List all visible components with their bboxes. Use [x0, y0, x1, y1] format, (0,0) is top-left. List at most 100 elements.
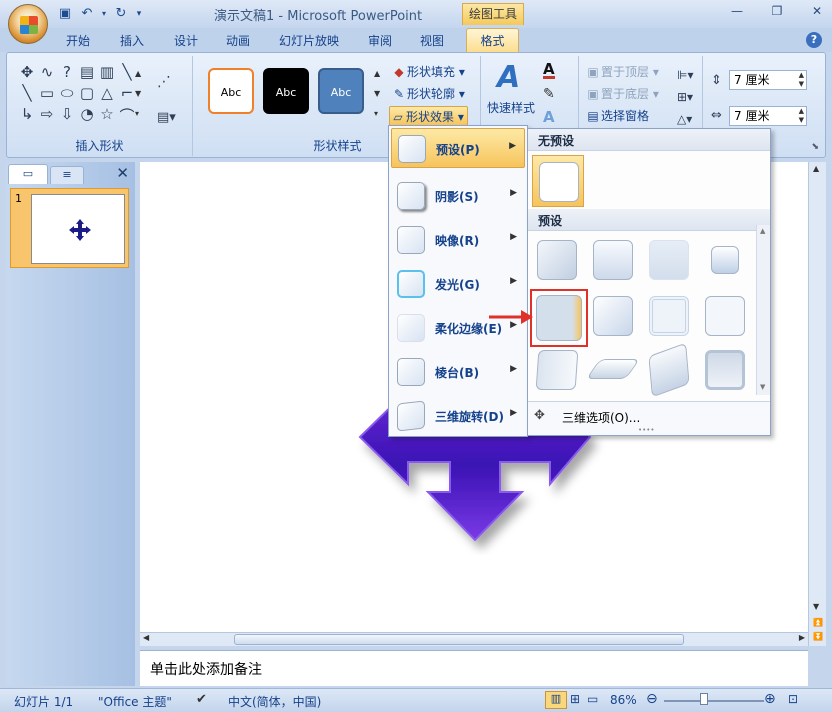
- presets-scroll-down-icon[interactable]: ▼: [760, 383, 765, 391]
- edit-shape-icon[interactable]: ⋰: [157, 74, 171, 90]
- shape-rounded-rect-icon[interactable]: ▢: [77, 84, 97, 105]
- bring-to-front-button[interactable]: ▣ 置于顶层 ▾: [585, 62, 659, 82]
- save-icon[interactable]: ▣: [56, 5, 74, 23]
- send-to-back-button[interactable]: ▣ 置于底层 ▾: [585, 84, 659, 104]
- scroll-right-icon[interactable]: ▶: [799, 633, 805, 642]
- tab-view[interactable]: 视图: [420, 32, 444, 49]
- shape-effects-button[interactable]: ▱ 形状效果 ▾: [389, 106, 468, 126]
- normal-view-icon[interactable]: ▥: [545, 691, 567, 709]
- menu-item-preset[interactable]: 预设(P) ▶: [391, 128, 525, 168]
- spellcheck-icon[interactable]: ✔: [196, 692, 207, 707]
- width-field[interactable]: 7 厘米 ▲ ▼: [729, 106, 807, 126]
- shape-gallery-scroll-icon[interactable]: ▲ ▼ ▾: [135, 64, 141, 124]
- fit-to-window-icon[interactable]: ⊡: [788, 692, 798, 706]
- tab-slides[interactable]: ▭: [8, 164, 48, 184]
- wordart-a-icon[interactable]: A: [497, 60, 520, 95]
- preset-2[interactable]: [590, 237, 636, 283]
- tab-home[interactable]: 开始: [66, 32, 90, 49]
- preset-10[interactable]: [585, 347, 641, 393]
- restore-icon[interactable]: ❐: [768, 4, 786, 20]
- zoom-out-icon[interactable]: ⊖: [646, 691, 658, 707]
- size-dialog-launcher-icon[interactable]: ⬊: [811, 142, 819, 152]
- shape-callout-icon[interactable]: ◔: [77, 105, 97, 126]
- presets-scroll-up-icon[interactable]: ▲: [760, 227, 765, 235]
- shape-connector-icon[interactable]: ↳: [17, 105, 37, 126]
- shape-textbox-icon[interactable]: ▤: [77, 63, 97, 84]
- preset-5[interactable]: [530, 289, 588, 347]
- preset-8[interactable]: [702, 293, 748, 339]
- tab-insert[interactable]: 插入: [120, 32, 144, 49]
- shape-picture-icon[interactable]: ▥: [97, 63, 117, 84]
- tab-animations[interactable]: 动画: [226, 32, 250, 49]
- notes-pane[interactable]: 单击此处添加备注: [140, 650, 808, 686]
- shape-down-arrow-icon[interactable]: ⇩: [57, 105, 77, 126]
- textbox-icon[interactable]: ▤▾: [157, 110, 176, 125]
- preset-4[interactable]: [702, 237, 748, 283]
- height-field[interactable]: 7 厘米 ▲ ▼: [729, 70, 807, 90]
- 3d-options-link[interactable]: 三维选项(O)...: [562, 409, 640, 426]
- shape-oval-icon[interactable]: ⬭: [57, 84, 77, 105]
- shape-style-3[interactable]: Abc: [318, 68, 364, 114]
- office-button[interactable]: [8, 4, 48, 44]
- resize-grip-icon[interactable]: ••••: [638, 426, 655, 434]
- width-spinner-icon[interactable]: ▲ ▼: [799, 107, 804, 125]
- horizontal-scrollbar[interactable]: ◀ ▶: [140, 632, 808, 646]
- text-effects-icon[interactable]: A: [543, 108, 555, 126]
- shape-outline-button[interactable]: ✎ 形状轮廓 ▾: [391, 84, 465, 104]
- zoom-slider-thumb[interactable]: [700, 693, 708, 705]
- tab-outline[interactable]: ≡: [50, 166, 84, 184]
- shape-diagonal-icon[interactable]: ╲: [17, 84, 37, 105]
- menu-item-reflection[interactable]: 映像(R) ▶: [391, 220, 525, 260]
- shape-elbow-icon[interactable]: ⌐: [117, 84, 137, 105]
- menu-item-bevel[interactable]: 棱台(B) ▶: [391, 352, 525, 392]
- style-gallery-scroll-icon[interactable]: ▲ ▼ ▾: [374, 64, 380, 124]
- preset-none[interactable]: [532, 155, 584, 207]
- minimize-icon[interactable]: —: [728, 4, 746, 20]
- close-pane-icon[interactable]: ✕: [116, 164, 129, 182]
- scroll-up-icon[interactable]: ▲: [813, 164, 819, 173]
- horizontal-scroll-thumb[interactable]: [234, 634, 684, 645]
- preset-12[interactable]: [702, 347, 748, 393]
- preset-9[interactable]: [534, 347, 580, 393]
- shape-line-icon[interactable]: ╲: [117, 63, 137, 84]
- previous-slide-icon[interactable]: ⏫: [813, 618, 823, 627]
- preset-3[interactable]: [646, 237, 692, 283]
- slide-sorter-icon[interactable]: ⊞: [570, 692, 580, 706]
- menu-item-shadow[interactable]: 阴影(S) ▶: [391, 176, 525, 216]
- text-outline-icon[interactable]: ✎: [543, 86, 555, 102]
- vertical-scrollbar[interactable]: ▲ ▼ ⏫ ⏬: [808, 162, 826, 646]
- shape-cross-icon[interactable]: ✥: [17, 63, 37, 84]
- shape-style-1[interactable]: Abc: [208, 68, 254, 114]
- slide-thumbnail[interactable]: 1: [10, 188, 129, 268]
- shape-help-icon[interactable]: ?: [57, 63, 77, 84]
- selection-pane-button[interactable]: ▤ 选择窗格: [585, 106, 649, 126]
- tab-slideshow[interactable]: 幻灯片放映: [279, 32, 339, 49]
- redo-icon[interactable]: ↻: [112, 5, 130, 23]
- height-spinner-icon[interactable]: ▲ ▼: [799, 71, 804, 89]
- help-icon[interactable]: ?: [806, 32, 822, 48]
- zoom-level[interactable]: 86%: [610, 693, 637, 707]
- shape-wave-icon[interactable]: ∿: [37, 63, 57, 84]
- presets-scrollbar[interactable]: ▲ ▼: [756, 225, 770, 395]
- preset-11[interactable]: [646, 342, 692, 398]
- close-icon[interactable]: ✕: [808, 4, 826, 20]
- undo-icon[interactable]: ↶: [78, 5, 96, 23]
- menu-item-3d-rotation[interactable]: 三维旋转(D) ▶: [391, 396, 525, 436]
- preset-7[interactable]: [646, 293, 692, 339]
- text-fill-icon[interactable]: A: [543, 62, 555, 79]
- tab-review[interactable]: 审阅: [368, 32, 392, 49]
- menu-item-glow[interactable]: 发光(G) ▶: [391, 264, 525, 304]
- undo-dropdown-icon[interactable]: ▾: [100, 5, 108, 23]
- shape-curve-icon[interactable]: ⌒: [117, 105, 137, 126]
- shape-rectangle-icon[interactable]: ▭: [37, 84, 57, 105]
- customize-qat-icon[interactable]: ▾: [134, 5, 144, 23]
- shape-style-2[interactable]: Abc: [263, 68, 309, 114]
- next-slide-icon[interactable]: ⏬: [813, 632, 823, 641]
- preset-1[interactable]: [534, 237, 580, 283]
- scroll-left-icon[interactable]: ◀: [143, 633, 149, 642]
- zoom-in-icon[interactable]: ⊕: [764, 691, 776, 707]
- preset-6[interactable]: [590, 293, 636, 339]
- slideshow-view-icon[interactable]: ▭: [587, 692, 598, 706]
- shape-triangle-icon[interactable]: △: [97, 84, 117, 105]
- zoom-slider[interactable]: [664, 700, 764, 702]
